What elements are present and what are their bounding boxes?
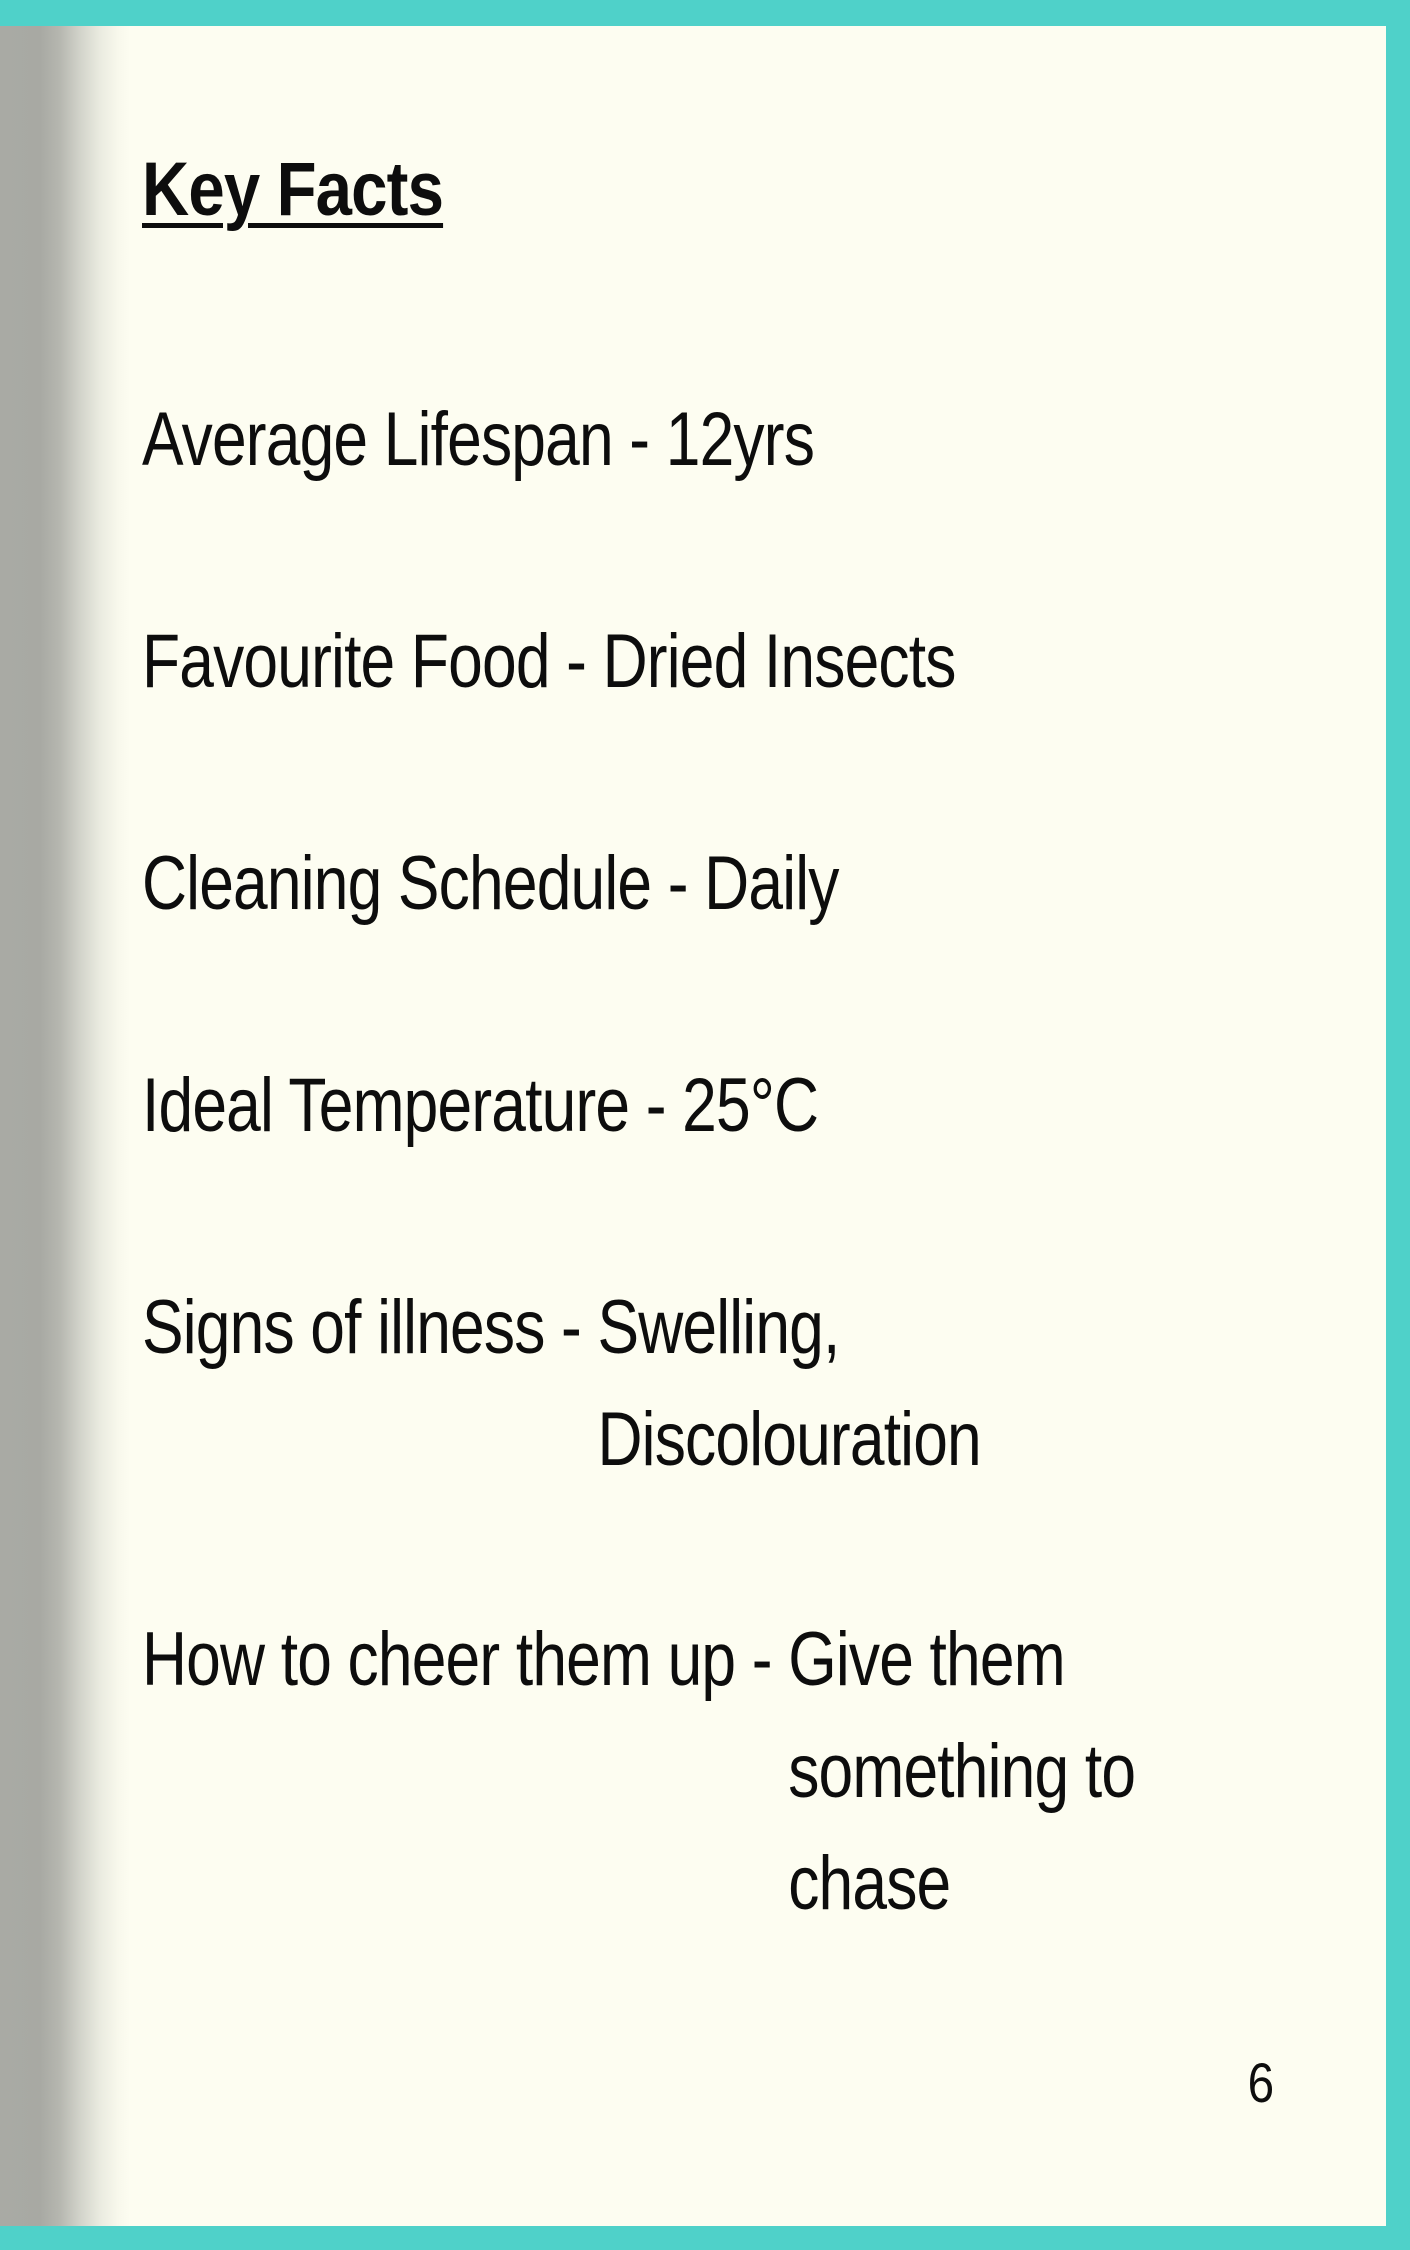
page-title: Key Facts [142, 147, 444, 232]
fact-separator: - [544, 1285, 598, 1370]
fact-separator: - [735, 1617, 789, 1702]
fact-value: Daily [704, 828, 839, 940]
fact-value: 12yrs [665, 384, 815, 496]
fact-cleaning-schedule: Cleaning Schedule - Daily [142, 828, 839, 940]
fact-value: 25°C [682, 1050, 819, 1162]
fact-separator: - [549, 619, 603, 704]
fact-label: Favourite Food [142, 619, 550, 704]
fact-separator: - [651, 841, 705, 926]
fact-value-line: chase [788, 1841, 951, 1926]
fact-separator: - [612, 397, 666, 482]
fact-value-line: something to [788, 1729, 1136, 1814]
fact-signs-of-illness: Signs of illness - Swelling, Discolourat… [142, 1272, 982, 1496]
fact-label: Average Lifespan [142, 397, 614, 482]
fact-separator: - [629, 1063, 683, 1148]
fact-value-line: Swelling, [597, 1285, 840, 1370]
fact-value: Give them something to chase [788, 1604, 1136, 1940]
fact-ideal-temperature: Ideal Temperature - 25°C [142, 1050, 819, 1162]
fact-favourite-food: Favourite Food - Dried Insects [142, 606, 956, 718]
spine-shadow [0, 26, 130, 2226]
fact-value-line: Daily [704, 841, 839, 926]
document-page: Key Facts Average Lifespan - 12yrs Favou… [0, 26, 1386, 2226]
fact-value-line: Dried Insects [602, 619, 957, 704]
fact-label: Cleaning Schedule [142, 841, 652, 926]
fact-how-to-cheer-them-up: How to cheer them up - Give them somethi… [142, 1604, 1136, 1940]
fact-label: Signs of illness [142, 1285, 545, 1370]
fact-value-line: 25°C [682, 1063, 819, 1148]
fact-value-line: Give them [788, 1617, 1065, 1702]
fact-label: Ideal Temperature [142, 1063, 630, 1148]
fact-average-lifespan: Average Lifespan - 12yrs [142, 384, 815, 496]
fact-value-line: Discolouration [597, 1397, 981, 1482]
page-number: 6 [1247, 2051, 1274, 2114]
fact-value: Dried Insects [602, 606, 957, 718]
fact-value-line: 12yrs [665, 397, 815, 482]
fact-label: How to cheer them up [142, 1617, 736, 1702]
fact-value: Swelling, Discolouration [597, 1272, 981, 1496]
